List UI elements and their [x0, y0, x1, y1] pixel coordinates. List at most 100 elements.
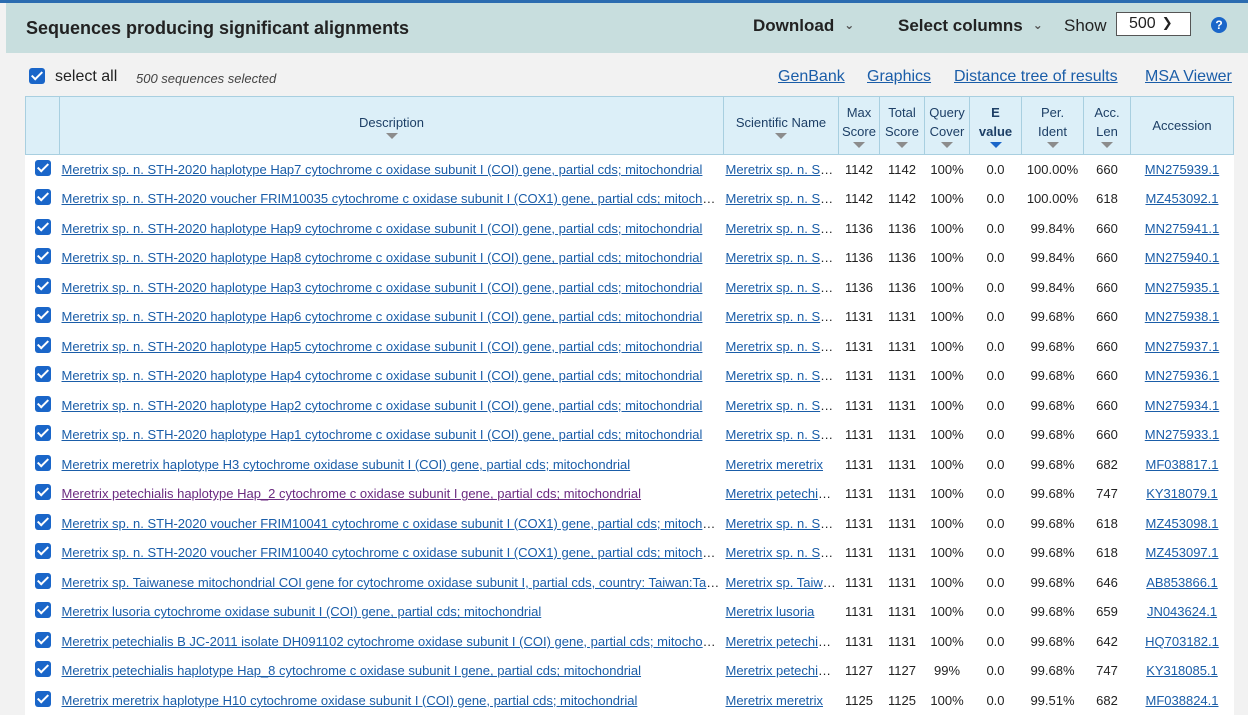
description-link[interactable]: Meretrix sp. n. STH-2020 haplotype Hap7 …	[62, 162, 703, 177]
description-link[interactable]: Meretrix sp. n. STH-2020 haplotype Hap4 …	[62, 368, 703, 383]
accession-link[interactable]: MZ453097.1	[1146, 545, 1219, 560]
header-e-value[interactable]: Evalue	[970, 97, 1022, 155]
row-checkbox[interactable]	[35, 219, 51, 235]
per-ident-cell: 99.68%	[1022, 332, 1084, 362]
accession-link[interactable]: MN275937.1	[1145, 339, 1219, 354]
description-link[interactable]: Meretrix petechialis haplotype Hap_8 cyt…	[62, 663, 642, 678]
scientific-name-link[interactable]: Meretrix petechialis	[726, 486, 838, 501]
accession-link[interactable]: MN275933.1	[1145, 427, 1219, 442]
accession-link[interactable]: MN275936.1	[1145, 368, 1219, 383]
description-link[interactable]: Meretrix sp. n. STH-2020 haplotype Hap9 …	[62, 221, 703, 236]
description-link[interactable]: Meretrix meretrix haplotype H3 cytochrom…	[62, 457, 631, 472]
help-icon[interactable]: ?	[1211, 17, 1227, 33]
scientific-name-link[interactable]: Meretrix meretrix	[726, 693, 824, 708]
description-link[interactable]: Meretrix sp. n. STH-2020 haplotype Hap1 …	[62, 427, 703, 442]
show-count-select[interactable]: 500❯	[1116, 12, 1191, 36]
description-link[interactable]: Meretrix sp. n. STH-2020 haplotype Hap6 …	[62, 309, 703, 324]
accession-link[interactable]: MF038824.1	[1146, 693, 1219, 708]
row-checkbox[interactable]	[35, 573, 51, 589]
scientific-name-link[interactable]: Meretrix sp. n. STH-2020	[726, 368, 839, 383]
description-link[interactable]: Meretrix petechialis B JC-2011 isolate D…	[62, 634, 724, 649]
scientific-name-link[interactable]: Meretrix sp. n. STH-2020	[726, 280, 839, 295]
scientific-name-link[interactable]: Meretrix sp. n. STH-2020	[726, 191, 839, 206]
scientific-name-link[interactable]: Meretrix petechialis	[726, 634, 838, 649]
header-max-score[interactable]: MaxScore	[839, 97, 880, 155]
graphics-link[interactable]: Graphics	[867, 68, 931, 86]
scientific-name-link[interactable]: Meretrix sp. n. STH-2020	[726, 221, 839, 236]
row-checkbox[interactable]	[35, 691, 51, 707]
msa-viewer-link[interactable]: MSA Viewer	[1145, 68, 1232, 86]
accession-link[interactable]: MN275935.1	[1145, 280, 1219, 295]
description-link[interactable]: Meretrix petechialis haplotype Hap_2 cyt…	[62, 486, 642, 501]
description-link[interactable]: Meretrix sp. Taiwanese mitochondrial COI…	[62, 575, 724, 590]
e-value-cell: 0.0	[970, 302, 1022, 332]
select-all-checkbox[interactable]	[29, 68, 45, 84]
row-checkbox[interactable]	[35, 366, 51, 382]
accession-link[interactable]: KY318085.1	[1146, 663, 1218, 678]
accession-link[interactable]: MN275939.1	[1145, 162, 1219, 177]
accession-link[interactable]: MN275938.1	[1145, 309, 1219, 324]
header-scientific-name[interactable]: Scientific Name	[724, 97, 839, 155]
accession-link[interactable]: MN275934.1	[1145, 398, 1219, 413]
distance-tree-link[interactable]: Distance tree of results	[954, 68, 1118, 86]
row-checkbox[interactable]	[35, 396, 51, 412]
header-accession[interactable]: Accession	[1131, 97, 1234, 155]
accession-link[interactable]: HQ703182.1	[1145, 634, 1219, 649]
row-checkbox[interactable]	[35, 514, 51, 530]
row-checkbox[interactable]	[35, 455, 51, 471]
header-acc-len[interactable]: Acc.Len	[1084, 97, 1131, 155]
select-all-label[interactable]: select all	[55, 68, 117, 86]
description-link[interactable]: Meretrix sp. n. STH-2020 voucher FRIM100…	[62, 516, 724, 531]
row-checkbox[interactable]	[35, 278, 51, 294]
accession-link[interactable]: AB853866.1	[1146, 575, 1218, 590]
select-columns-menu[interactable]: Select columns⌄	[898, 16, 1043, 36]
row-checkbox[interactable]	[35, 189, 51, 205]
row-checkbox[interactable]	[35, 337, 51, 353]
scientific-name-link[interactable]: Meretrix sp. n. STH-2020	[726, 427, 839, 442]
accession-link[interactable]: JN043624.1	[1147, 604, 1217, 619]
row-checkbox[interactable]	[35, 248, 51, 264]
accession-link[interactable]: MF038817.1	[1146, 457, 1219, 472]
scientific-name-link[interactable]: Meretrix petechialis	[726, 663, 838, 678]
accession-link[interactable]: KY318079.1	[1146, 486, 1218, 501]
genbank-link[interactable]: GenBank	[778, 68, 845, 86]
description-link[interactable]: Meretrix lusoria cytochrome oxidase subu…	[62, 604, 542, 619]
scientific-name-link[interactable]: Meretrix sp. Taiwanese	[726, 575, 839, 590]
scientific-name-link[interactable]: Meretrix sp. n. STH-2020	[726, 398, 839, 413]
row-checkbox[interactable]	[35, 602, 51, 618]
description-link[interactable]: Meretrix sp. n. STH-2020 haplotype Hap3 …	[62, 280, 703, 295]
scientific-name-link[interactable]: Meretrix sp. n. STH-2020	[726, 339, 839, 354]
accession-link[interactable]: MZ453092.1	[1146, 191, 1219, 206]
scientific-name-link[interactable]: Meretrix lusoria	[726, 604, 815, 619]
header-total-score[interactable]: TotalScore	[880, 97, 925, 155]
row-checkbox[interactable]	[35, 484, 51, 500]
scientific-name-link[interactable]: Meretrix sp. n. STH-2020	[726, 162, 839, 177]
description-link[interactable]: Meretrix meretrix haplotype H10 cytochro…	[62, 693, 638, 708]
accession-link[interactable]: MN275941.1	[1145, 221, 1219, 236]
query-cover-cell: 100%	[925, 243, 970, 273]
row-checkbox[interactable]	[35, 425, 51, 441]
e-value-cell: 0.0	[970, 420, 1022, 450]
scientific-name-link[interactable]: Meretrix sp. n. STH-2020	[726, 309, 839, 324]
description-link[interactable]: Meretrix sp. n. STH-2020 haplotype Hap5 …	[62, 339, 703, 354]
row-checkbox[interactable]	[35, 307, 51, 323]
row-checkbox[interactable]	[35, 160, 51, 176]
header-per-ident[interactable]: Per.Ident	[1022, 97, 1084, 155]
description-link[interactable]: Meretrix sp. n. STH-2020 voucher FRIM100…	[62, 545, 724, 560]
header-query-cover[interactable]: QueryCover	[925, 97, 970, 155]
scientific-name-link[interactable]: Meretrix sp. n. STH-2020	[726, 545, 839, 560]
scientific-name-cell: Meretrix sp. Taiwanese	[724, 568, 839, 598]
row-checkbox[interactable]	[35, 661, 51, 677]
scientific-name-link[interactable]: Meretrix meretrix	[726, 457, 824, 472]
row-checkbox[interactable]	[35, 632, 51, 648]
accession-link[interactable]: MZ453098.1	[1146, 516, 1219, 531]
scientific-name-link[interactable]: Meretrix sp. n. STH-2020	[726, 250, 839, 265]
row-checkbox[interactable]	[35, 543, 51, 559]
download-menu[interactable]: Download⌄	[753, 16, 854, 36]
scientific-name-link[interactable]: Meretrix sp. n. STH-2020	[726, 516, 839, 531]
description-link[interactable]: Meretrix sp. n. STH-2020 voucher FRIM100…	[62, 191, 724, 206]
description-link[interactable]: Meretrix sp. n. STH-2020 haplotype Hap8 …	[62, 250, 703, 265]
description-link[interactable]: Meretrix sp. n. STH-2020 haplotype Hap2 …	[62, 398, 703, 413]
accession-link[interactable]: MN275940.1	[1145, 250, 1219, 265]
header-description[interactable]: Description	[60, 97, 724, 155]
